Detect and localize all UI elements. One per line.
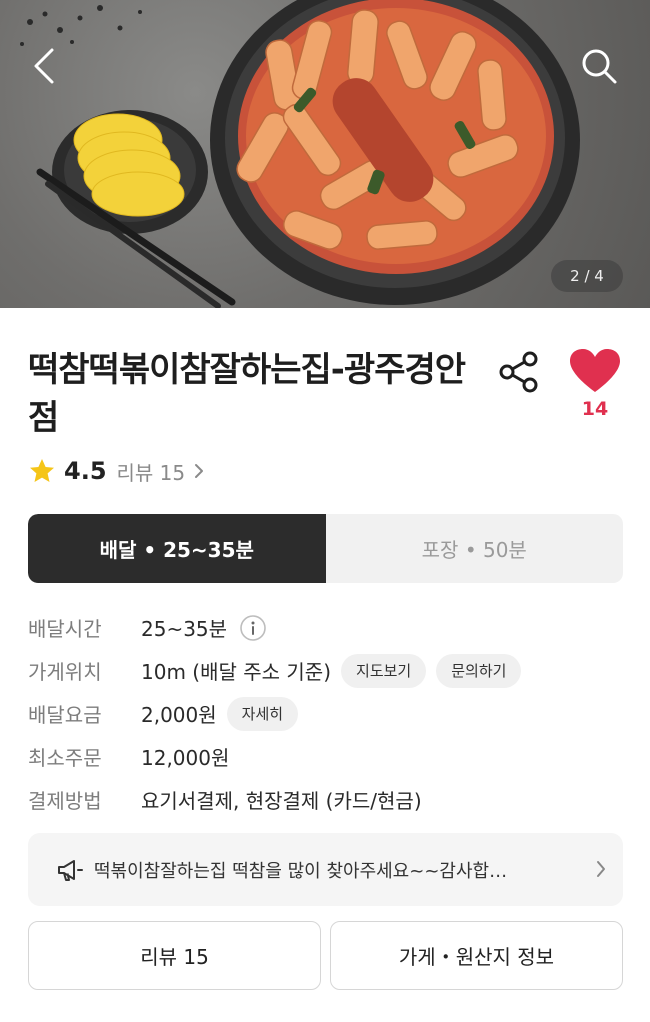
- delivery-tab[interactable]: 배달 • 25~35분: [28, 514, 326, 583]
- detail-value: 10m (배달 주소 기준): [141, 660, 332, 684]
- reviews-button[interactable]: 리뷰 15: [28, 921, 321, 990]
- like-button[interactable]: 14: [568, 348, 622, 428]
- search-icon: [582, 49, 617, 84]
- detail-row-payment: 결제방법 요기서결제, 현장결제 (카드/현금): [28, 778, 628, 821]
- image-counter: 2 / 4: [551, 260, 623, 292]
- pickup-tab[interactable]: 포장 • 50분: [326, 514, 624, 583]
- detail-label: 배달요금: [28, 703, 102, 727]
- store-notice[interactable]: 떡볶이참잘하는집 떡참을 많이 찾아주세요~~감사합…: [28, 833, 623, 906]
- detail-value: 25~35분: [141, 617, 228, 641]
- review-link-label: 리뷰 15: [116, 460, 186, 485]
- share-button[interactable]: [496, 350, 542, 394]
- detail-label: 결제방법: [28, 789, 102, 813]
- notice-text: 떡볶이참잘하는집 떡참을 많이 찾아주세요~~감사합…: [94, 860, 508, 882]
- search-button[interactable]: [578, 44, 620, 88]
- detail-value: 요기서결제, 현장결제 (카드/현금): [141, 789, 422, 813]
- order-type-toggle: 배달 • 25~35분 포장 • 50분: [28, 514, 623, 583]
- detail-label: 배달시간: [28, 617, 102, 641]
- info-icon[interactable]: [239, 614, 267, 642]
- fee-detail-button[interactable]: 자세히: [226, 696, 299, 731]
- detail-label: 가게위치: [28, 660, 102, 684]
- rating-value: 4.5: [64, 457, 107, 485]
- detail-value: 12,000원: [141, 746, 230, 770]
- detail-label: 최소주문: [28, 746, 102, 770]
- store-name: 떡참떡볶이참잘하는집-광주경안점: [28, 350, 466, 438]
- store-photo-carousel[interactable]: 2 / 4: [0, 0, 650, 308]
- detail-row-delivery-time: 배달시간 25~35분: [28, 606, 628, 649]
- chevron-left-icon: [34, 48, 54, 84]
- tteokbokki-photo: [20, 0, 580, 308]
- detail-row-delivery-fee: 배달요금 2,000원 자세히: [28, 692, 628, 735]
- store-info-button[interactable]: 가게・원산지 정보: [330, 921, 623, 990]
- review-link[interactable]: 리뷰 15: [117, 457, 206, 486]
- back-button[interactable]: [26, 44, 66, 88]
- like-count: 14: [581, 398, 609, 420]
- detail-row-location: 가게위치 10m (배달 주소 기준) 지도보기 문의하기: [28, 649, 628, 692]
- inquiry-button[interactable]: 문의하기: [436, 653, 522, 688]
- star-icon: [30, 459, 54, 482]
- view-map-button[interactable]: 지도보기: [341, 653, 427, 688]
- chevron-right-icon: [597, 861, 605, 877]
- chevron-right-icon: [195, 464, 204, 478]
- megaphone-icon: [58, 859, 83, 881]
- store-details: 배달시간 25~35분 가게위치 10m (배달 주소 기준) 지도보기 문의하…: [28, 606, 628, 821]
- heart-icon: [570, 349, 620, 392]
- detail-value: 2,000원: [141, 703, 217, 727]
- rating-row: 4.5 리뷰 15: [28, 454, 205, 488]
- detail-row-min-order: 최소주문 12,000원: [28, 735, 628, 778]
- share-icon: [499, 351, 538, 393]
